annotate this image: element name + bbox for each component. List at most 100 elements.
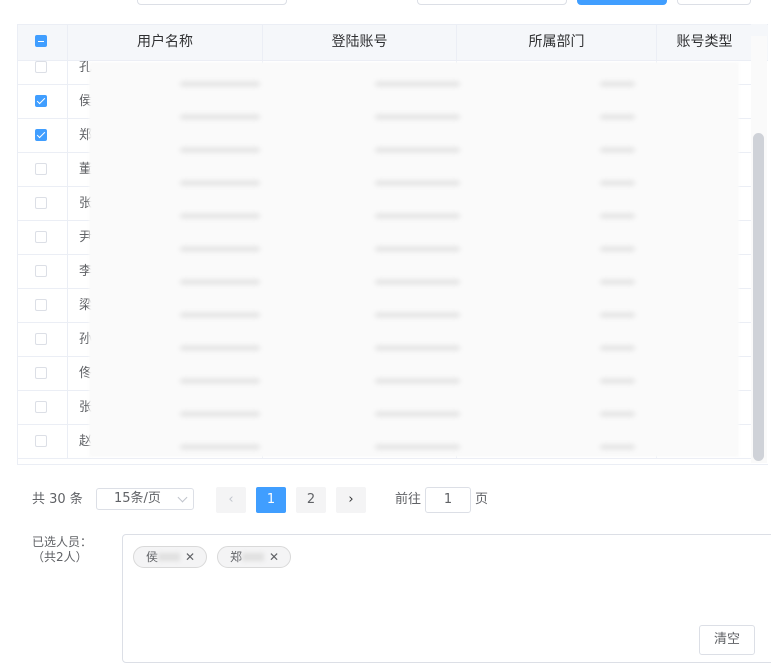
reset-button[interactable] [677, 0, 751, 5]
row-checkbox[interactable] [35, 95, 47, 107]
row-checkbox[interactable] [35, 299, 47, 311]
row-checkbox[interactable] [35, 129, 47, 141]
row-select-cell [18, 61, 68, 84]
redaction-overlay [89, 62, 739, 457]
redacted-text [375, 312, 460, 318]
close-icon[interactable]: ✕ [269, 547, 279, 567]
redacted-text [600, 180, 635, 186]
row-select-cell [18, 187, 68, 220]
redacted-text [180, 411, 260, 417]
row-select-cell [18, 221, 68, 254]
row-checkbox[interactable] [35, 435, 47, 447]
row-checkbox[interactable] [35, 401, 47, 413]
row-select-cell [18, 119, 68, 152]
chevron-right-icon: › [348, 492, 354, 507]
selected-tag: 侯 ✕ [133, 546, 207, 568]
redacted-text [375, 114, 460, 120]
redacted-text [242, 553, 265, 561]
select-all-checkbox[interactable] [35, 35, 47, 47]
search-input[interactable] [137, 0, 287, 5]
redacted-text [600, 345, 635, 351]
redacted-text [600, 279, 635, 285]
selected-label: 已选人员： （共2人） [32, 535, 92, 565]
redacted-text [180, 180, 260, 186]
selected-tag: 郑 ✕ [217, 546, 291, 568]
redacted-text [375, 81, 460, 87]
redacted-text [375, 147, 460, 153]
search-button[interactable] [577, 0, 667, 5]
redacted-text [600, 312, 635, 318]
selected-label-title: 已选人员： [32, 535, 93, 549]
redacted-text [180, 378, 260, 384]
row-checkbox[interactable] [35, 61, 47, 73]
goto-label: 前往 [395, 492, 422, 507]
redacted-text [180, 213, 260, 219]
redacted-text [375, 345, 460, 351]
page-button-2[interactable]: 2 [296, 487, 326, 513]
chevron-down-icon [177, 492, 188, 503]
row-checkbox[interactable] [35, 265, 47, 277]
clear-button[interactable]: 清空 [699, 625, 755, 655]
close-icon[interactable]: ✕ [185, 547, 195, 567]
goto-suffix: 页 [475, 492, 489, 507]
selected-tag-name: 郑 [230, 550, 243, 564]
redacted-text [600, 147, 635, 153]
row-select-cell [18, 391, 68, 424]
redacted-text [180, 345, 260, 351]
selected-people-box: 侯 ✕ 郑 ✕ 清空 [122, 534, 771, 663]
redacted-text [180, 147, 260, 153]
redacted-text [600, 444, 635, 450]
redacted-text [180, 246, 260, 252]
column-header-username[interactable]: 用户名称 [68, 25, 263, 60]
redacted-text [180, 312, 260, 318]
chevron-left-icon: ‹ [228, 492, 234, 507]
goto-page-input[interactable]: 1 [425, 487, 471, 513]
row-select-cell [18, 357, 68, 390]
redacted-text [375, 180, 460, 186]
header-select-cell [18, 25, 68, 60]
column-header-account[interactable]: 登陆账号 [263, 25, 457, 60]
row-checkbox[interactable] [35, 367, 47, 379]
redacted-text [375, 378, 460, 384]
redacted-text [375, 411, 460, 417]
page-button-1[interactable]: 1 [256, 487, 286, 513]
row-checkbox[interactable] [35, 197, 47, 209]
redacted-text [600, 213, 635, 219]
redacted-text [600, 378, 635, 384]
column-header-department[interactable]: 所属部门 [457, 25, 657, 60]
row-checkbox[interactable] [35, 163, 47, 175]
row-checkbox[interactable] [35, 231, 47, 243]
row-select-cell [18, 425, 68, 458]
redacted-text [180, 81, 260, 87]
redacted-text [375, 444, 460, 450]
table-header: 用户名称 登陆账号 所属部门 账号类型 [18, 25, 768, 61]
column-header-account-type[interactable]: 账号类型 [657, 25, 752, 60]
redacted-text [375, 279, 460, 285]
prev-page-button[interactable]: ‹ [216, 487, 246, 513]
selected-label-count: （共2人） [32, 550, 88, 564]
redacted-text [180, 114, 260, 120]
redacted-text [600, 114, 635, 120]
total-count: 共 30 条 [32, 492, 83, 507]
redacted-text [600, 246, 635, 252]
row-select-cell [18, 323, 68, 356]
row-select-cell [18, 153, 68, 186]
redacted-text [375, 246, 460, 252]
filter-select[interactable] [417, 0, 567, 5]
redacted-text [158, 553, 181, 561]
redacted-text [180, 444, 260, 450]
selected-tag-name: 侯 [146, 550, 159, 564]
page-size-value: 15条/页 [114, 491, 161, 506]
redacted-text [375, 213, 460, 219]
row-select-cell [18, 289, 68, 322]
row-select-cell [18, 255, 68, 288]
page-size-select[interactable]: 15条/页 [96, 488, 194, 510]
redacted-text [180, 279, 260, 285]
redacted-text [600, 81, 635, 87]
table-scrollbar[interactable] [753, 133, 764, 461]
next-page-button[interactable]: › [336, 487, 366, 513]
row-checkbox[interactable] [35, 333, 47, 345]
pagination: 共 30 条 15条/页 ‹ 1 2 › 前往 1 页 [0, 487, 771, 513]
row-select-cell [18, 85, 68, 118]
redacted-text [600, 411, 635, 417]
